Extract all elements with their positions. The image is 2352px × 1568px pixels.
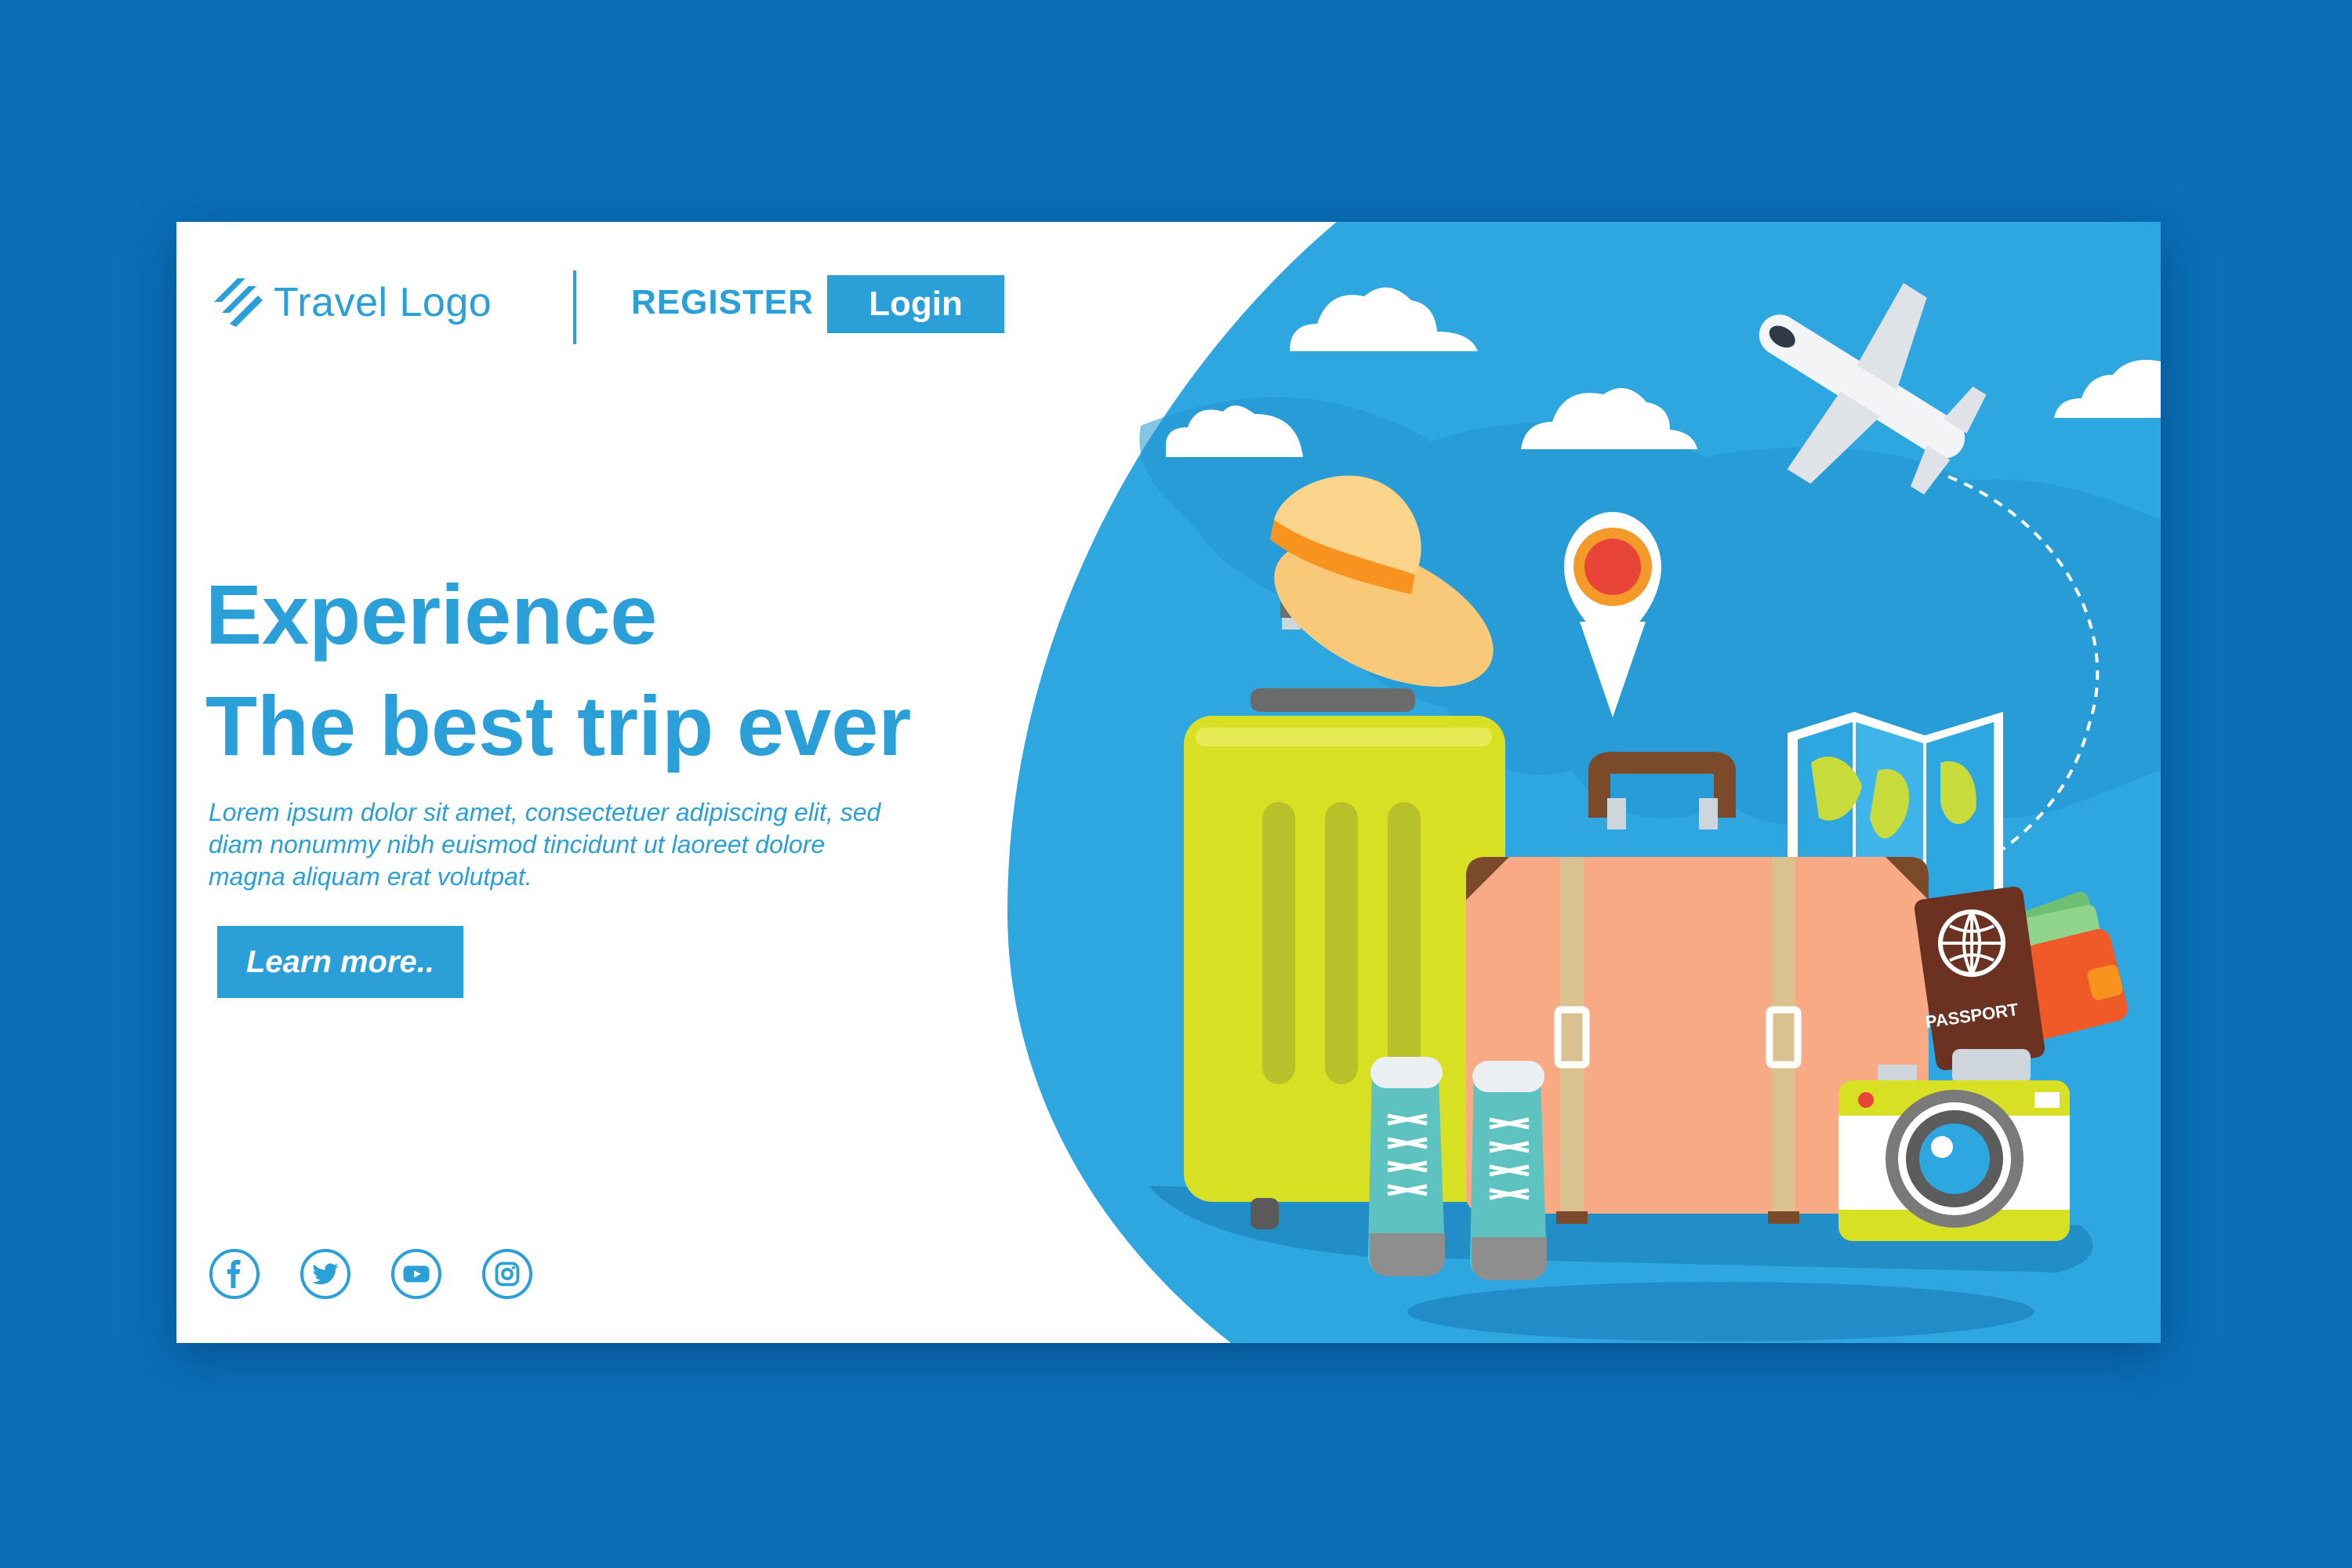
- youtube-icon[interactable]: [391, 1249, 441, 1299]
- instagram-icon[interactable]: [482, 1249, 532, 1299]
- register-link[interactable]: REGISTER: [631, 283, 814, 322]
- facebook-icon[interactable]: [209, 1249, 260, 1299]
- brand-logo[interactable]: Travel Logo: [214, 278, 492, 327]
- logo-text: Travel Logo: [274, 280, 492, 325]
- landing-card: PASSPORT Travel Logo REGISTER Login Expe…: [176, 222, 2161, 1343]
- ground-shadow: [1407, 1282, 2034, 1341]
- header-divider: [573, 270, 576, 344]
- twitter-icon[interactable]: [300, 1249, 350, 1299]
- headline-line-1: Experience: [205, 567, 658, 662]
- login-button[interactable]: Login: [827, 275, 1004, 333]
- social-links: [209, 1249, 532, 1299]
- hero-headline: Experience The best trip ever: [205, 559, 911, 782]
- headline-line-2: The best trip ever: [205, 678, 912, 773]
- travel-illustration: PASSPORT: [1007, 222, 2161, 1343]
- logo-mark-icon: [214, 278, 263, 327]
- hero-body-text: Lorem ipsum dolor sit amet, consectetuer…: [209, 798, 881, 891]
- learn-more-button[interactable]: Learn more..: [217, 926, 463, 998]
